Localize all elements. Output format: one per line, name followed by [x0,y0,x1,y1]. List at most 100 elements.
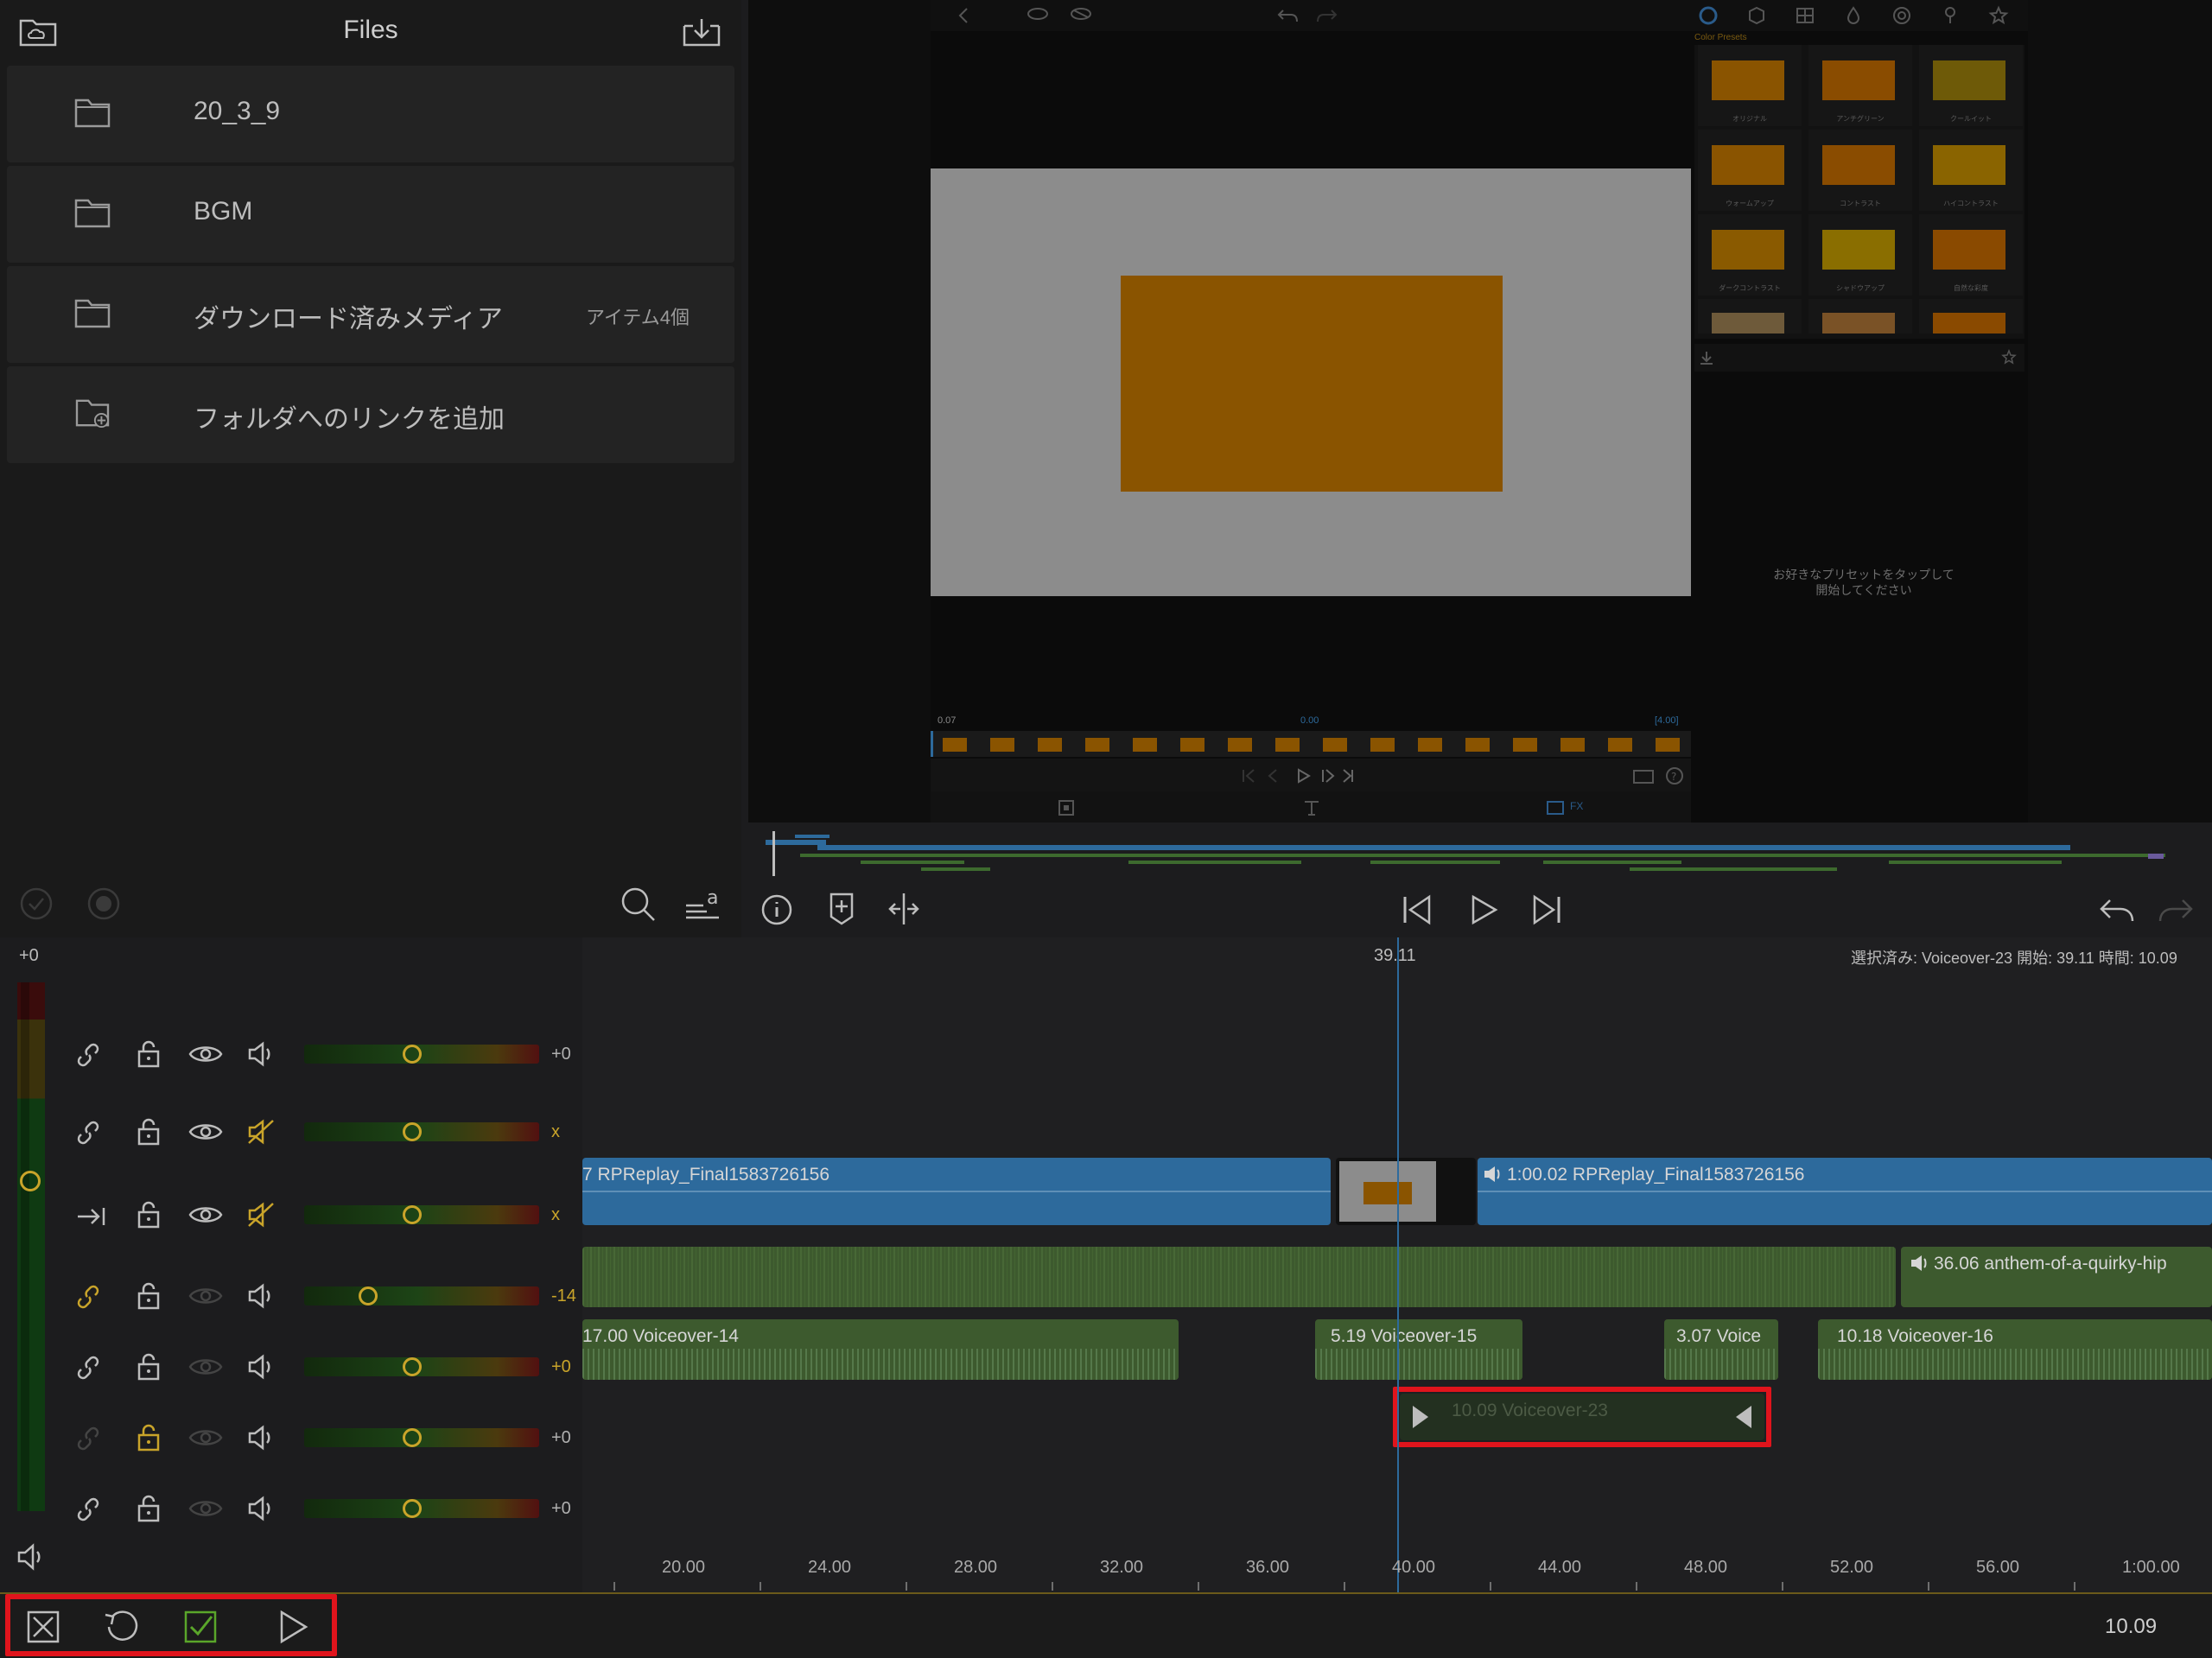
volume-fader[interactable] [304,1357,539,1376]
link-icon[interactable] [76,1354,104,1382]
keyframe-marker[interactable] [1656,738,1680,752]
link-icon[interactable] [76,1041,104,1069]
cube-icon[interactable] [1746,5,1767,26]
color-preset-tile[interactable] [1808,299,1912,334]
lock-icon[interactable] [137,1494,161,1523]
redo-icon[interactable] [1314,5,1338,24]
eye-icon[interactable] [188,1285,223,1307]
speaker-icon[interactable] [247,1354,276,1380]
keyframe-marker[interactable] [1465,738,1490,752]
color-preset-tile[interactable]: クールイット [1919,45,2023,126]
keyhole-icon[interactable] [1940,5,1961,26]
color-preset-tile[interactable]: コントラスト [1808,130,1912,211]
star-outline-icon[interactable] [2000,349,2018,366]
eye-icon[interactable] [188,1043,223,1065]
voiceover-15-clip[interactable]: 5.19 Voiceover-15 [1315,1319,1522,1380]
grid-icon[interactable] [1795,5,1815,26]
keyframe-marker[interactable] [943,738,967,752]
fader-knob[interactable] [403,1122,422,1141]
arrow-right-icon[interactable] [76,1204,107,1229]
lock-icon[interactable] [137,1281,161,1311]
text-icon[interactable] [1302,798,1321,817]
folder-item-20-3-9[interactable]: 20_3_9 [7,66,734,162]
music-clip[interactable] [582,1247,1896,1307]
volume-fader[interactable] [304,1122,539,1141]
fader-knob[interactable] [403,1428,422,1447]
keyframe-marker[interactable] [1133,738,1157,752]
video-clip-b[interactable]: 1:00.02 RPReplay_Final1583726156 [1478,1158,2212,1225]
fader-knob[interactable] [359,1286,378,1305]
crop-icon[interactable] [1057,798,1076,817]
color-preset-tile[interactable]: ウォームアップ [1698,130,1802,211]
speaker-muted-icon[interactable] [247,1202,276,1228]
fader-knob[interactable] [403,1357,422,1376]
lock-icon[interactable] [137,1352,161,1382]
fader-knob[interactable] [403,1499,422,1518]
keyframe-marker[interactable] [1228,738,1252,752]
keyframe-marker[interactable] [1180,738,1205,752]
color-preset-tile[interactable] [1698,299,1802,334]
volume-icon[interactable] [16,1542,47,1572]
keyframe-marker[interactable] [1085,738,1109,752]
link-icon[interactable] [76,1119,104,1147]
keyframe-marker[interactable] [990,738,1014,752]
color-preset-tile[interactable]: アンチグリーン [1808,45,1912,126]
layer-icon[interactable] [1026,5,1050,24]
lock-icon[interactable] [137,1423,161,1452]
spiral-icon[interactable] [1891,5,1912,26]
color-preset-tile[interactable]: 自然な彩度 [1919,214,2023,295]
keyframe-marker[interactable] [1038,738,1062,752]
fader-knob[interactable] [403,1205,422,1224]
record-icon[interactable] [86,886,121,921]
lock-icon[interactable] [137,1117,161,1147]
keyframe-marker[interactable] [1418,738,1442,752]
voiceover-short-clip[interactable]: 3.07 Voice [1664,1319,1778,1380]
keyframe-marker[interactable] [1560,738,1585,752]
back-icon[interactable] [957,7,970,24]
lock-icon[interactable] [137,1200,161,1229]
fx-icon[interactable] [1546,798,1565,817]
import-icon[interactable] [681,16,722,48]
help-icon[interactable]: ? [1665,766,1684,785]
voiceover-16-clip[interactable]: 10.18 Voiceover-16 [1818,1319,2212,1380]
color-preset-tile[interactable]: ハイコントラスト [1919,130,2023,211]
play-icon[interactable] [1469,893,1498,926]
folder-item-downloaded-media[interactable]: ダウンロード済みメディア アイテム4個 [7,266,734,363]
eye-icon[interactable] [188,1497,223,1520]
color-preset-tile[interactable]: オリジナル [1698,45,1802,126]
keyframe-marker[interactable] [1323,738,1347,752]
undo-icon[interactable] [1276,5,1300,24]
speaker-muted-icon[interactable] [247,1119,276,1145]
eye-icon[interactable] [188,1426,223,1449]
link-icon[interactable] [76,1496,104,1523]
volume-fader[interactable] [304,1428,539,1447]
speaker-icon[interactable] [247,1425,276,1451]
voiceover-14-clip[interactable]: 17.00 Voiceover-14 [582,1319,1179,1380]
info-icon[interactable] [760,893,793,926]
playhead[interactable] [1397,937,1399,1592]
skip-back-icon[interactable] [1402,893,1433,926]
volume-fader[interactable] [304,1499,539,1518]
undo-icon[interactable] [2098,895,2136,924]
redo-icon[interactable] [2157,895,2195,924]
volume-fader[interactable] [304,1205,539,1224]
mini-keyframe-strip[interactable] [931,731,1691,757]
keyframe-marker[interactable] [1370,738,1395,752]
search-icon[interactable] [619,885,658,924]
checkmark-circle-icon[interactable] [19,886,54,921]
download-icon[interactable] [1698,349,1715,366]
mini-transport-icons[interactable] [1242,767,1363,785]
speaker-icon[interactable] [247,1283,276,1309]
music-clip-anthem[interactable]: 36.06 anthem-of-a-quirky-hip [1901,1247,2212,1307]
mini-playhead[interactable] [931,731,933,757]
sort-icon[interactable]: a [683,885,722,924]
skip-forward-icon[interactable] [1531,893,1562,926]
drop-icon[interactable] [1843,5,1864,26]
keyframe-marker[interactable] [1275,738,1300,752]
eye-icon[interactable] [188,1121,223,1143]
timeline-overview[interactable] [766,831,2191,876]
split-icon[interactable] [887,892,921,926]
color-preset-tile[interactable]: シャドウアップ [1808,214,1912,295]
speaker-icon[interactable] [247,1496,276,1521]
time-ruler[interactable]: 20.00 24.00 28.00 32.00 36.00 40.00 44.00 48.00… [582,1558,2212,1592]
